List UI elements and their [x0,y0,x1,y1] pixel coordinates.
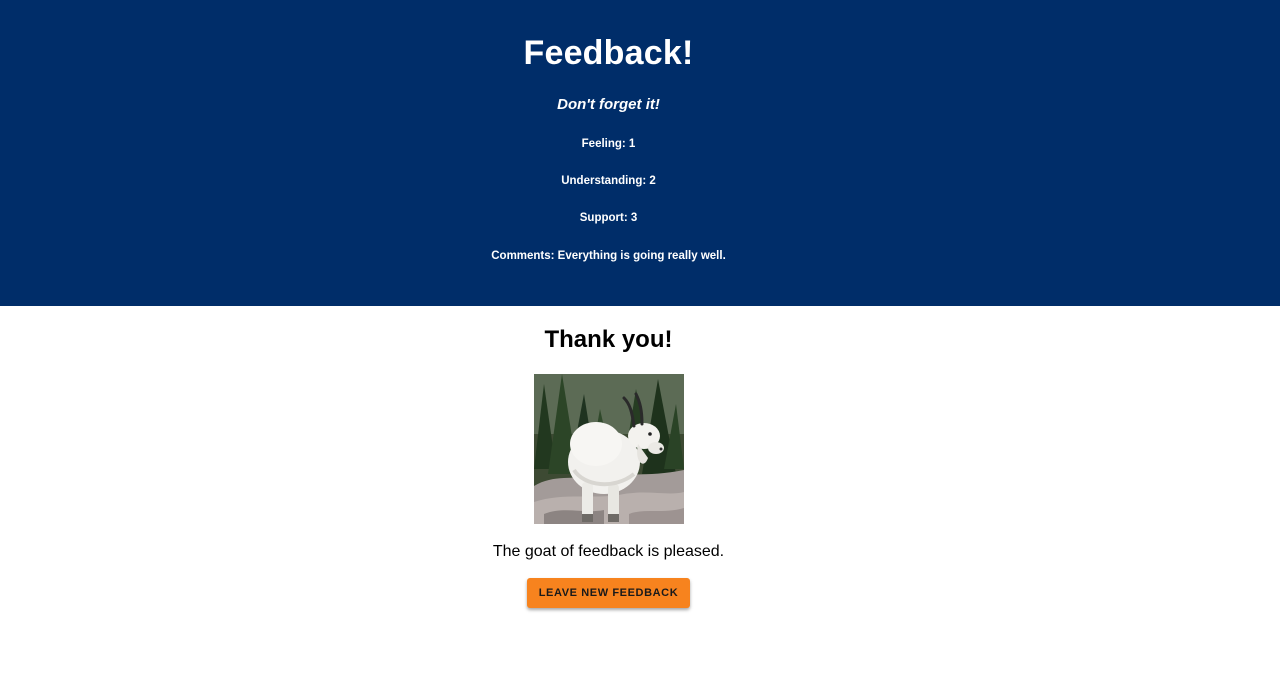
thank-you-section: Thank you! The goat of feedback is pleas… [0,306,1217,699]
comments-value: Comments: Everything is going really wel… [491,250,726,262]
feeling-value: Feeling: 1 [581,138,636,150]
feedback-header: Feedback! Don't forget it! Feeling: 1 Un… [0,0,1283,306]
header-subtitle: Don't forget it! [557,96,660,113]
page: Feedback! Don't forget it! Feeling: 1 Un… [0,0,1283,699]
page-title: Feedback! [523,34,694,72]
leave-new-feedback-button[interactable]: LEAVE NEW FEEDBACK [527,578,690,608]
support-value: Support: 3 [579,212,638,224]
thank-you-heading: Thank you! [544,326,673,353]
goat-image [534,374,684,524]
header-content: Feedback! Don't forget it! Feeling: 1 Un… [0,0,1217,306]
understanding-value: Understanding: 2 [561,175,656,187]
goat-caption: The goat of feedback is pleased. [492,543,725,560]
